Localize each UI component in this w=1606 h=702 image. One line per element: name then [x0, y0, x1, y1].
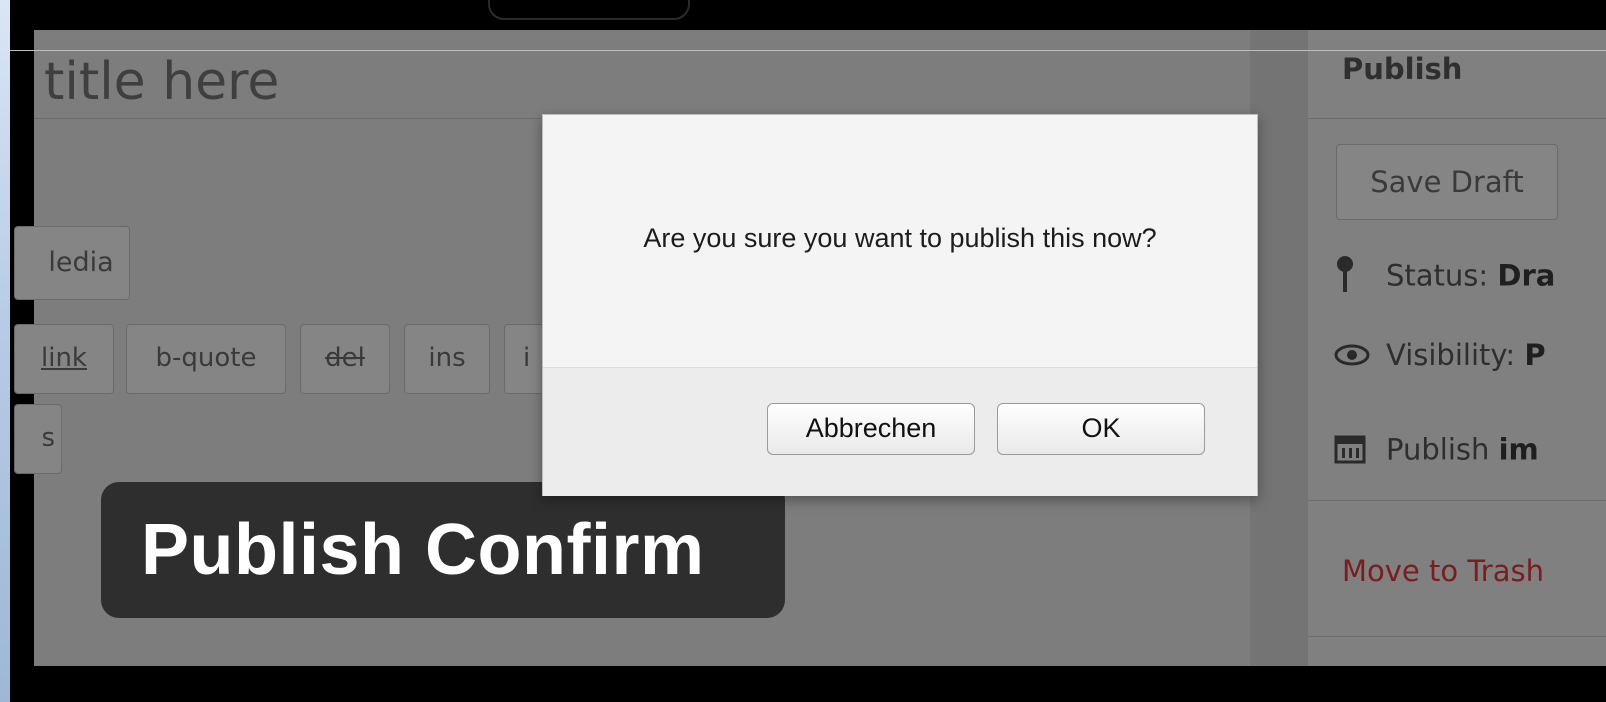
sidebar-gutter [1250, 30, 1308, 666]
publish-box: Publish Save Draft Status: Dra Visibilit… [1308, 30, 1606, 666]
calendar-icon [1334, 432, 1368, 471]
add-media-button[interactable]: ledia [14, 226, 130, 300]
window-left-edge [0, 0, 10, 702]
schedule-label: Publish [1386, 432, 1490, 467]
visibility-value: P [1524, 338, 1546, 372]
eye-icon [1334, 340, 1370, 374]
confirm-dialog: Are you sure you want to publish this no… [542, 114, 1258, 496]
publish-box-title: Publish [1342, 52, 1463, 86]
status-value: Dra [1497, 258, 1556, 293]
quicktag-link-button[interactable]: link [14, 324, 114, 394]
plugin-title-badge: Publish Confirm [101, 482, 785, 618]
bottom-bezel [10, 666, 1606, 702]
quicktag-del-button[interactable]: del [300, 324, 390, 394]
visibility-row: Visibility: P [1334, 338, 1546, 374]
publish-box-divider-bottom [1308, 636, 1606, 637]
schedule-row: Publish im [1334, 432, 1539, 471]
save-draft-button[interactable]: Save Draft [1336, 144, 1558, 220]
top-bezel [10, 0, 1606, 28]
quicktag-bquote-button[interactable]: b-quote [126, 324, 286, 394]
quicktag-ins-button[interactable]: ins [404, 324, 490, 394]
top-tab-outline [488, 0, 690, 20]
publish-box-divider [1308, 118, 1606, 119]
post-title-input[interactable]: title here [44, 52, 279, 112]
schedule-value: im [1498, 432, 1539, 467]
ok-button[interactable]: OK [997, 403, 1205, 455]
top-divider-line [10, 50, 1606, 51]
dialog-message: Are you sure you want to publish this no… [643, 223, 1157, 253]
visibility-label: Visibility: [1386, 338, 1516, 372]
pin-icon [1334, 254, 1368, 301]
quicktag-close-button[interactable]: s [14, 404, 62, 474]
publish-box-divider-lower [1308, 500, 1606, 501]
move-to-trash-link[interactable]: Move to Trash [1342, 554, 1544, 588]
cancel-button[interactable]: Abbrechen [767, 403, 975, 455]
status-row: Status: Dra [1334, 254, 1555, 301]
status-label: Status: [1386, 258, 1489, 293]
